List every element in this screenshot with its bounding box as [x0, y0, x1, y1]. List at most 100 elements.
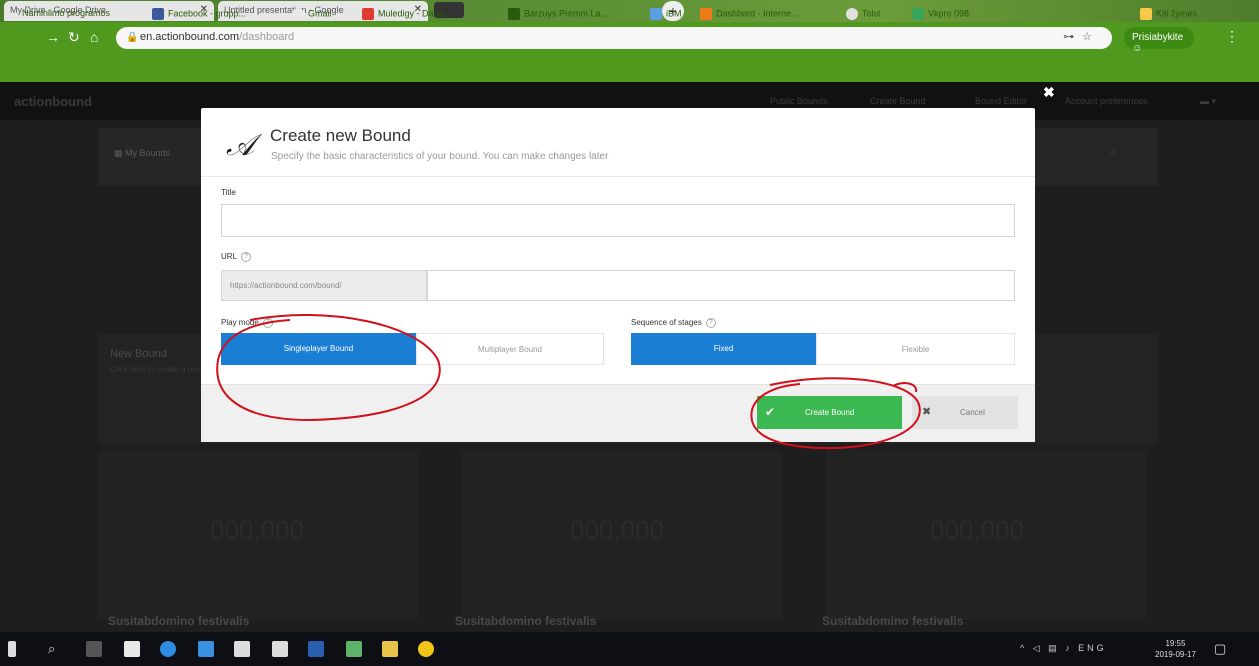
bookmark-label: Vkpro 098	[928, 8, 970, 19]
info-icon[interactable]: ?	[262, 318, 273, 328]
app-logo[interactable]: actionbound	[14, 94, 92, 109]
breadcrumb[interactable]: ▦ My Bounds	[114, 148, 170, 159]
play-mode-label: Play mode	[221, 318, 259, 328]
bookmark-item[interactable]: Naminiimo programos	[22, 8, 110, 22]
clock-time: 19:55	[1165, 639, 1186, 648]
facebook-icon	[152, 8, 164, 20]
bookmark-icon	[362, 8, 374, 20]
start-icon[interactable]	[8, 641, 16, 657]
system-tray[interactable]: ^ ◁ ▤ ♪ ENG	[1020, 643, 1107, 654]
nav-account[interactable]: Account preferences	[1065, 96, 1148, 106]
edge-icon[interactable]	[160, 641, 176, 657]
play-mode-label-wrap: Play mode?	[221, 318, 273, 328]
bookmark-label: iBM	[666, 8, 682, 19]
multiplayer-toggle[interactable]: Multiplayer Bound	[416, 333, 604, 365]
close-icon[interactable]: ✖	[1043, 84, 1055, 101]
divider	[201, 176, 1035, 177]
lock-icon: 🔒	[126, 32, 139, 43]
store-icon[interactable]	[234, 641, 250, 657]
cancel-label: Cancel	[960, 408, 985, 417]
cancel-button[interactable]: ✖ Cancel	[912, 396, 1018, 429]
nav-create-bound[interactable]: Create Bound	[870, 96, 926, 106]
modal-title: Create new Bound	[270, 126, 411, 145]
info-icon[interactable]: ?	[241, 252, 252, 262]
clock[interactable]: 19:55 2019-09-17	[1155, 638, 1196, 660]
nav-public-bounds[interactable]: Public Bounds	[770, 96, 828, 106]
address-bar[interactable]: 🔒 en.actionbound.com/dashboard ⊶☆	[116, 27, 1112, 49]
fixed-toggle[interactable]: Fixed	[631, 333, 816, 365]
url-host: en.actionbound.com	[140, 31, 240, 43]
chrome-icon[interactable]	[418, 641, 434, 657]
file-explorer-icon[interactable]	[382, 641, 398, 657]
title-input[interactable]	[221, 204, 1015, 237]
mail-icon[interactable]	[124, 641, 140, 657]
search-icon[interactable]: ⌕	[48, 641, 64, 657]
bookmark-icon	[846, 8, 858, 20]
folder-icon	[1140, 8, 1152, 20]
bookmarks-bar	[0, 54, 1259, 82]
bookmark-label: Dashbord - Interne...	[716, 8, 799, 19]
sequence-label: Sequence of stages	[631, 318, 702, 328]
bookmark-icon	[508, 8, 520, 20]
bookmark-item[interactable]: Barzuys Premm La...	[508, 8, 608, 22]
modal-subtitle: Specify the basic characteristics of you…	[271, 151, 609, 162]
sequence-label-wrap: Sequence of stages?	[631, 318, 716, 328]
bookmark-item[interactable]: iBM	[650, 8, 682, 22]
flexible-toggle[interactable]: Flexible	[816, 333, 1015, 365]
gmail-icon	[292, 8, 304, 20]
skype-icon[interactable]	[198, 641, 214, 657]
singleplayer-toggle[interactable]: Singleplayer Bound	[221, 333, 416, 365]
bookmark-item[interactable]: Dashbord - Interne...	[700, 8, 799, 22]
checkmark-icon: ✔	[765, 405, 776, 419]
forward-icon[interactable]: →	[46, 29, 60, 45]
task-view-icon[interactable]	[86, 641, 102, 657]
bound-title: Susitabdomino festivalis	[108, 614, 250, 628]
notification-icon[interactable]: ▢	[1214, 641, 1226, 657]
media-icon[interactable]	[272, 641, 288, 657]
windows-taskbar: ⌕ ^ ◁ ▤ ♪ ENG 19:55 2019-09-17 ▢	[0, 632, 1259, 666]
home-icon[interactable]: ⌂	[90, 29, 98, 45]
bookmark-label: Gmail	[308, 8, 332, 19]
stat-value: 000,000	[930, 515, 1024, 545]
bookmark-label: Facebook - grupp...	[168, 8, 247, 19]
profile-label: Prisiabykite	[1132, 32, 1184, 43]
nav-bound-editor[interactable]: Bound Editor	[975, 96, 1027, 106]
url-path: /dashboard	[239, 31, 295, 43]
card-title: New Bound	[110, 348, 167, 360]
bookmark-icon	[912, 8, 924, 20]
language-label: ENG	[1078, 643, 1107, 653]
excel-icon[interactable]	[346, 641, 362, 657]
breadcrumb-label: My Bounds	[125, 148, 171, 158]
search-icon[interactable]: ⌕	[1110, 146, 1116, 159]
bookmark-item[interactable]: Facebook - grupp...	[152, 8, 246, 22]
bookmark-item[interactable]: Tolst	[846, 8, 881, 22]
create-bound-button[interactable]: ✔ Create Bound	[757, 396, 902, 429]
bound-title: Susitabdomino festivalis	[822, 614, 964, 628]
bookmark-item[interactable]: Muledigy - Da.pr...	[362, 8, 451, 22]
create-bound-label: Create Bound	[805, 408, 855, 417]
actionbound-logo-icon: 𝒜	[226, 128, 255, 163]
key-icon[interactable]: ⊶☆	[1063, 30, 1100, 43]
bookmark-label: Muledigy - Da.pr...	[378, 8, 452, 19]
url-input[interactable]	[427, 270, 1015, 301]
clock-date: 2019-09-17	[1155, 650, 1196, 659]
bookmark-label: Tolst	[862, 8, 881, 19]
url-label-wrap: URL?	[221, 252, 252, 262]
stat-value: 000,000	[570, 515, 664, 545]
reload-icon[interactable]: ↻	[68, 29, 80, 45]
bookmark-label: Naminiimo programos	[22, 8, 111, 18]
info-icon[interactable]: ?	[705, 318, 716, 328]
word-icon[interactable]	[308, 641, 324, 657]
bookmark-item[interactable]: Vkpro 098	[912, 8, 969, 22]
url-label: URL	[221, 252, 238, 262]
bookmark-icon	[700, 8, 712, 20]
menu-icon[interactable]: ⋮	[1225, 28, 1239, 45]
url-prefix: https://actionbound.com/bound/	[221, 270, 427, 301]
bookmark-folder[interactable]: Kiti žymės	[1140, 8, 1197, 22]
bookmark-label: Kiti žymės	[1156, 8, 1198, 19]
profile-button[interactable]: Prisiabykite ☺	[1124, 27, 1194, 54]
bookmark-icon	[650, 8, 662, 20]
bookmark-label: Barzuys Premm La...	[524, 8, 609, 19]
bookmark-item[interactable]: Gmail	[292, 8, 332, 22]
language-selector[interactable]: ▬ ▾	[1200, 96, 1216, 107]
